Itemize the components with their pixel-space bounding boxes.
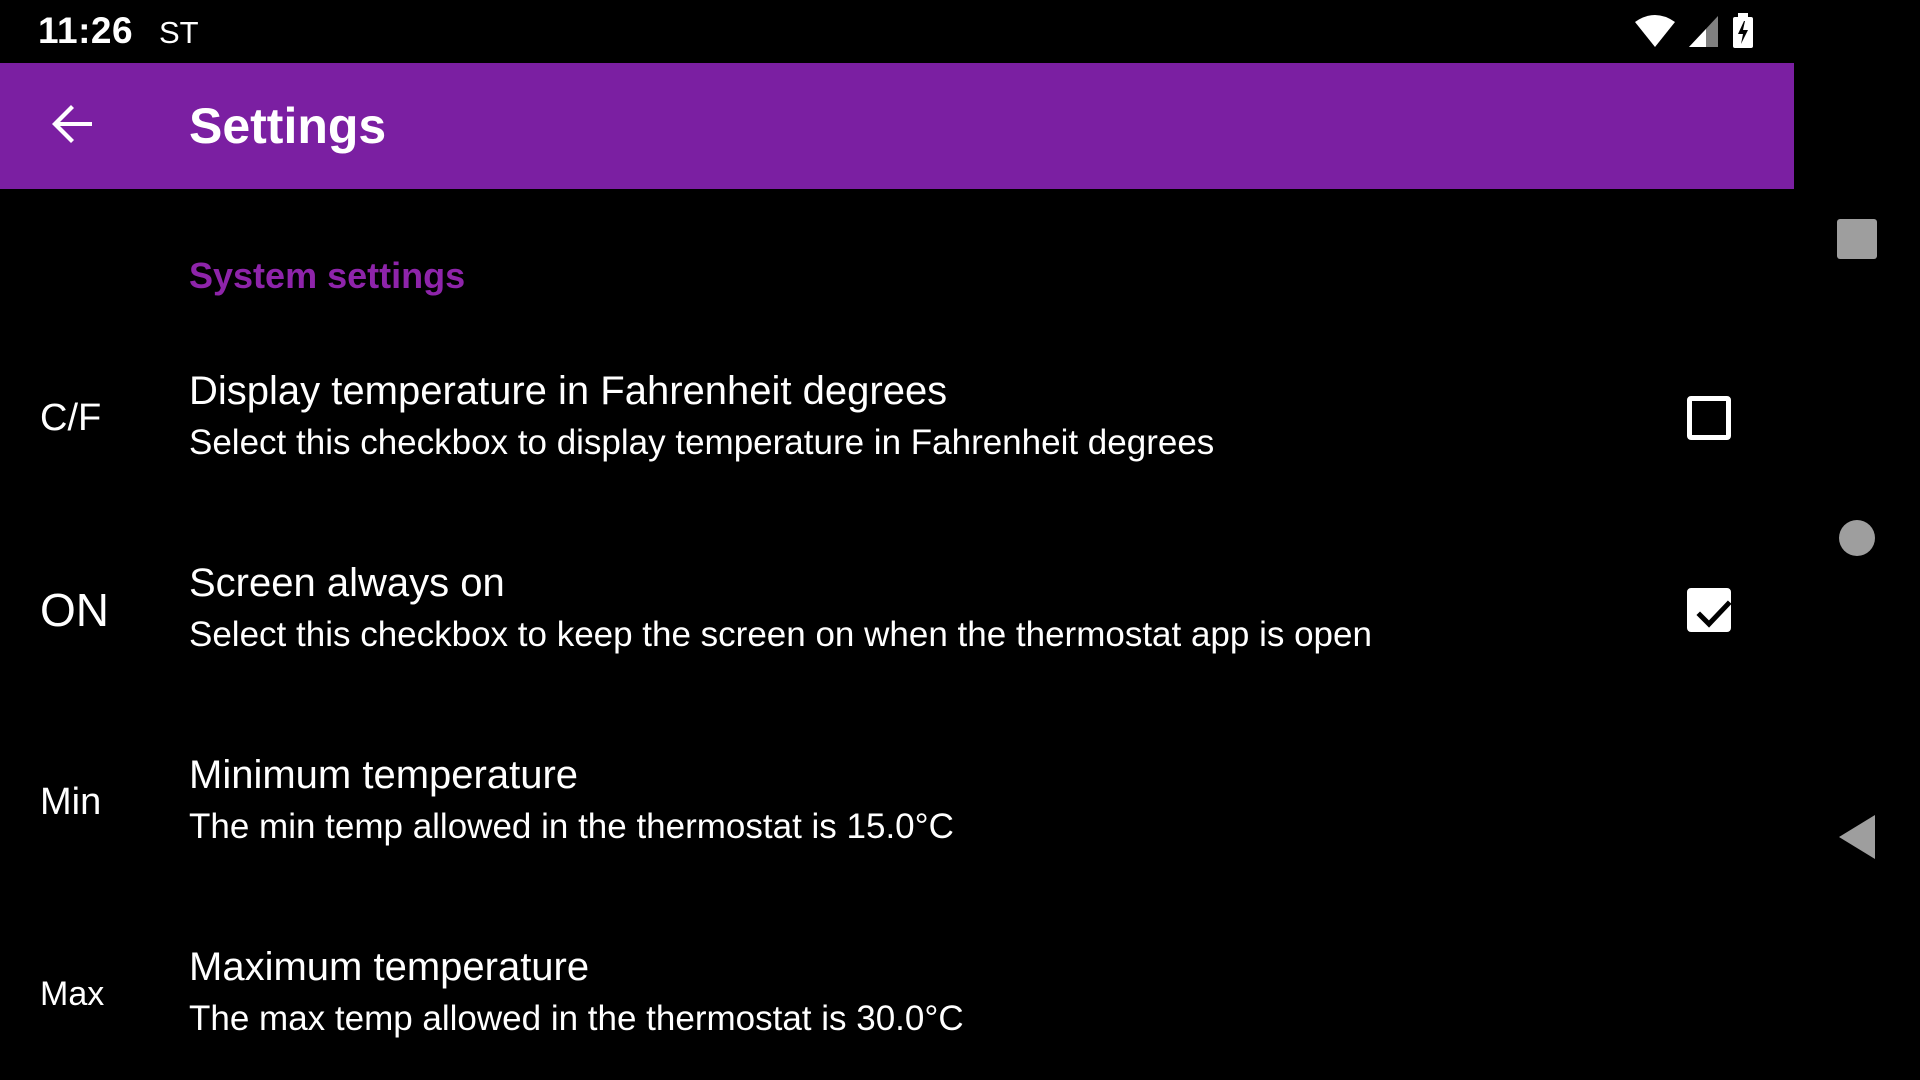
battery-charging-icon	[1732, 13, 1754, 49]
pref-summary: Select this checkbox to display temperat…	[189, 423, 1215, 462]
category-title: System settings	[189, 255, 466, 296]
page-title: Settings	[189, 98, 387, 154]
preferences-list: System settings C/F Display temperature …	[0, 189, 1794, 1080]
status-bar: 11:26 ST	[0, 0, 1794, 63]
status-carrier: ST	[159, 15, 199, 50]
recents-button[interactable]	[1794, 178, 1920, 304]
status-icons	[1634, 13, 1754, 49]
pref-icon-cf: C/F	[40, 396, 102, 439]
recents-square-icon	[1837, 218, 1877, 264]
pref-screen-on[interactable]: ON Screen always on Select this checkbox…	[0, 514, 1794, 706]
back-button[interactable]	[36, 90, 108, 162]
arrow-back-icon	[48, 100, 96, 153]
pref-icon-max: Max	[40, 974, 105, 1013]
pref-min-temp[interactable]: Min Minimum temperature The min temp all…	[0, 706, 1794, 898]
wifi-icon	[1634, 14, 1676, 48]
nav-back-button[interactable]	[1794, 776, 1920, 902]
pref-summary: Select this checkbox to keep the screen …	[189, 615, 1372, 654]
pref-title: Maximum temperature	[189, 945, 590, 989]
pref-max-temp[interactable]: Max Maximum temperature The max temp all…	[0, 898, 1794, 1080]
home-circle-icon	[1838, 519, 1876, 562]
pref-title: Screen always on	[189, 561, 505, 605]
pref-summary: The max temp allowed in the thermostat i…	[189, 999, 964, 1038]
pref-title: Minimum temperature	[189, 753, 579, 797]
status-time: 11:26	[38, 10, 134, 51]
settings-screen: 11:26 ST Settings System settings C/F Di…	[0, 0, 1920, 1080]
back-triangle-icon	[1837, 814, 1877, 864]
cell-signal-icon	[1688, 14, 1720, 48]
fahrenheit-checkbox[interactable]	[1687, 396, 1731, 440]
pref-fahrenheit[interactable]: C/F Display temperature in Fahrenheit de…	[0, 322, 1794, 514]
pref-summary: The min temp allowed in the thermostat i…	[189, 807, 954, 846]
pref-icon-on: ON	[40, 584, 109, 636]
pref-title: Display temperature in Fahrenheit degree…	[189, 369, 948, 413]
app-bar: Settings	[0, 63, 1794, 189]
screen-on-checkbox[interactable]	[1687, 588, 1732, 632]
home-button[interactable]	[1794, 477, 1920, 603]
navigation-bar	[1794, 0, 1920, 1080]
checkmark-icon	[1696, 600, 1732, 628]
pref-icon-min: Min	[40, 780, 102, 823]
